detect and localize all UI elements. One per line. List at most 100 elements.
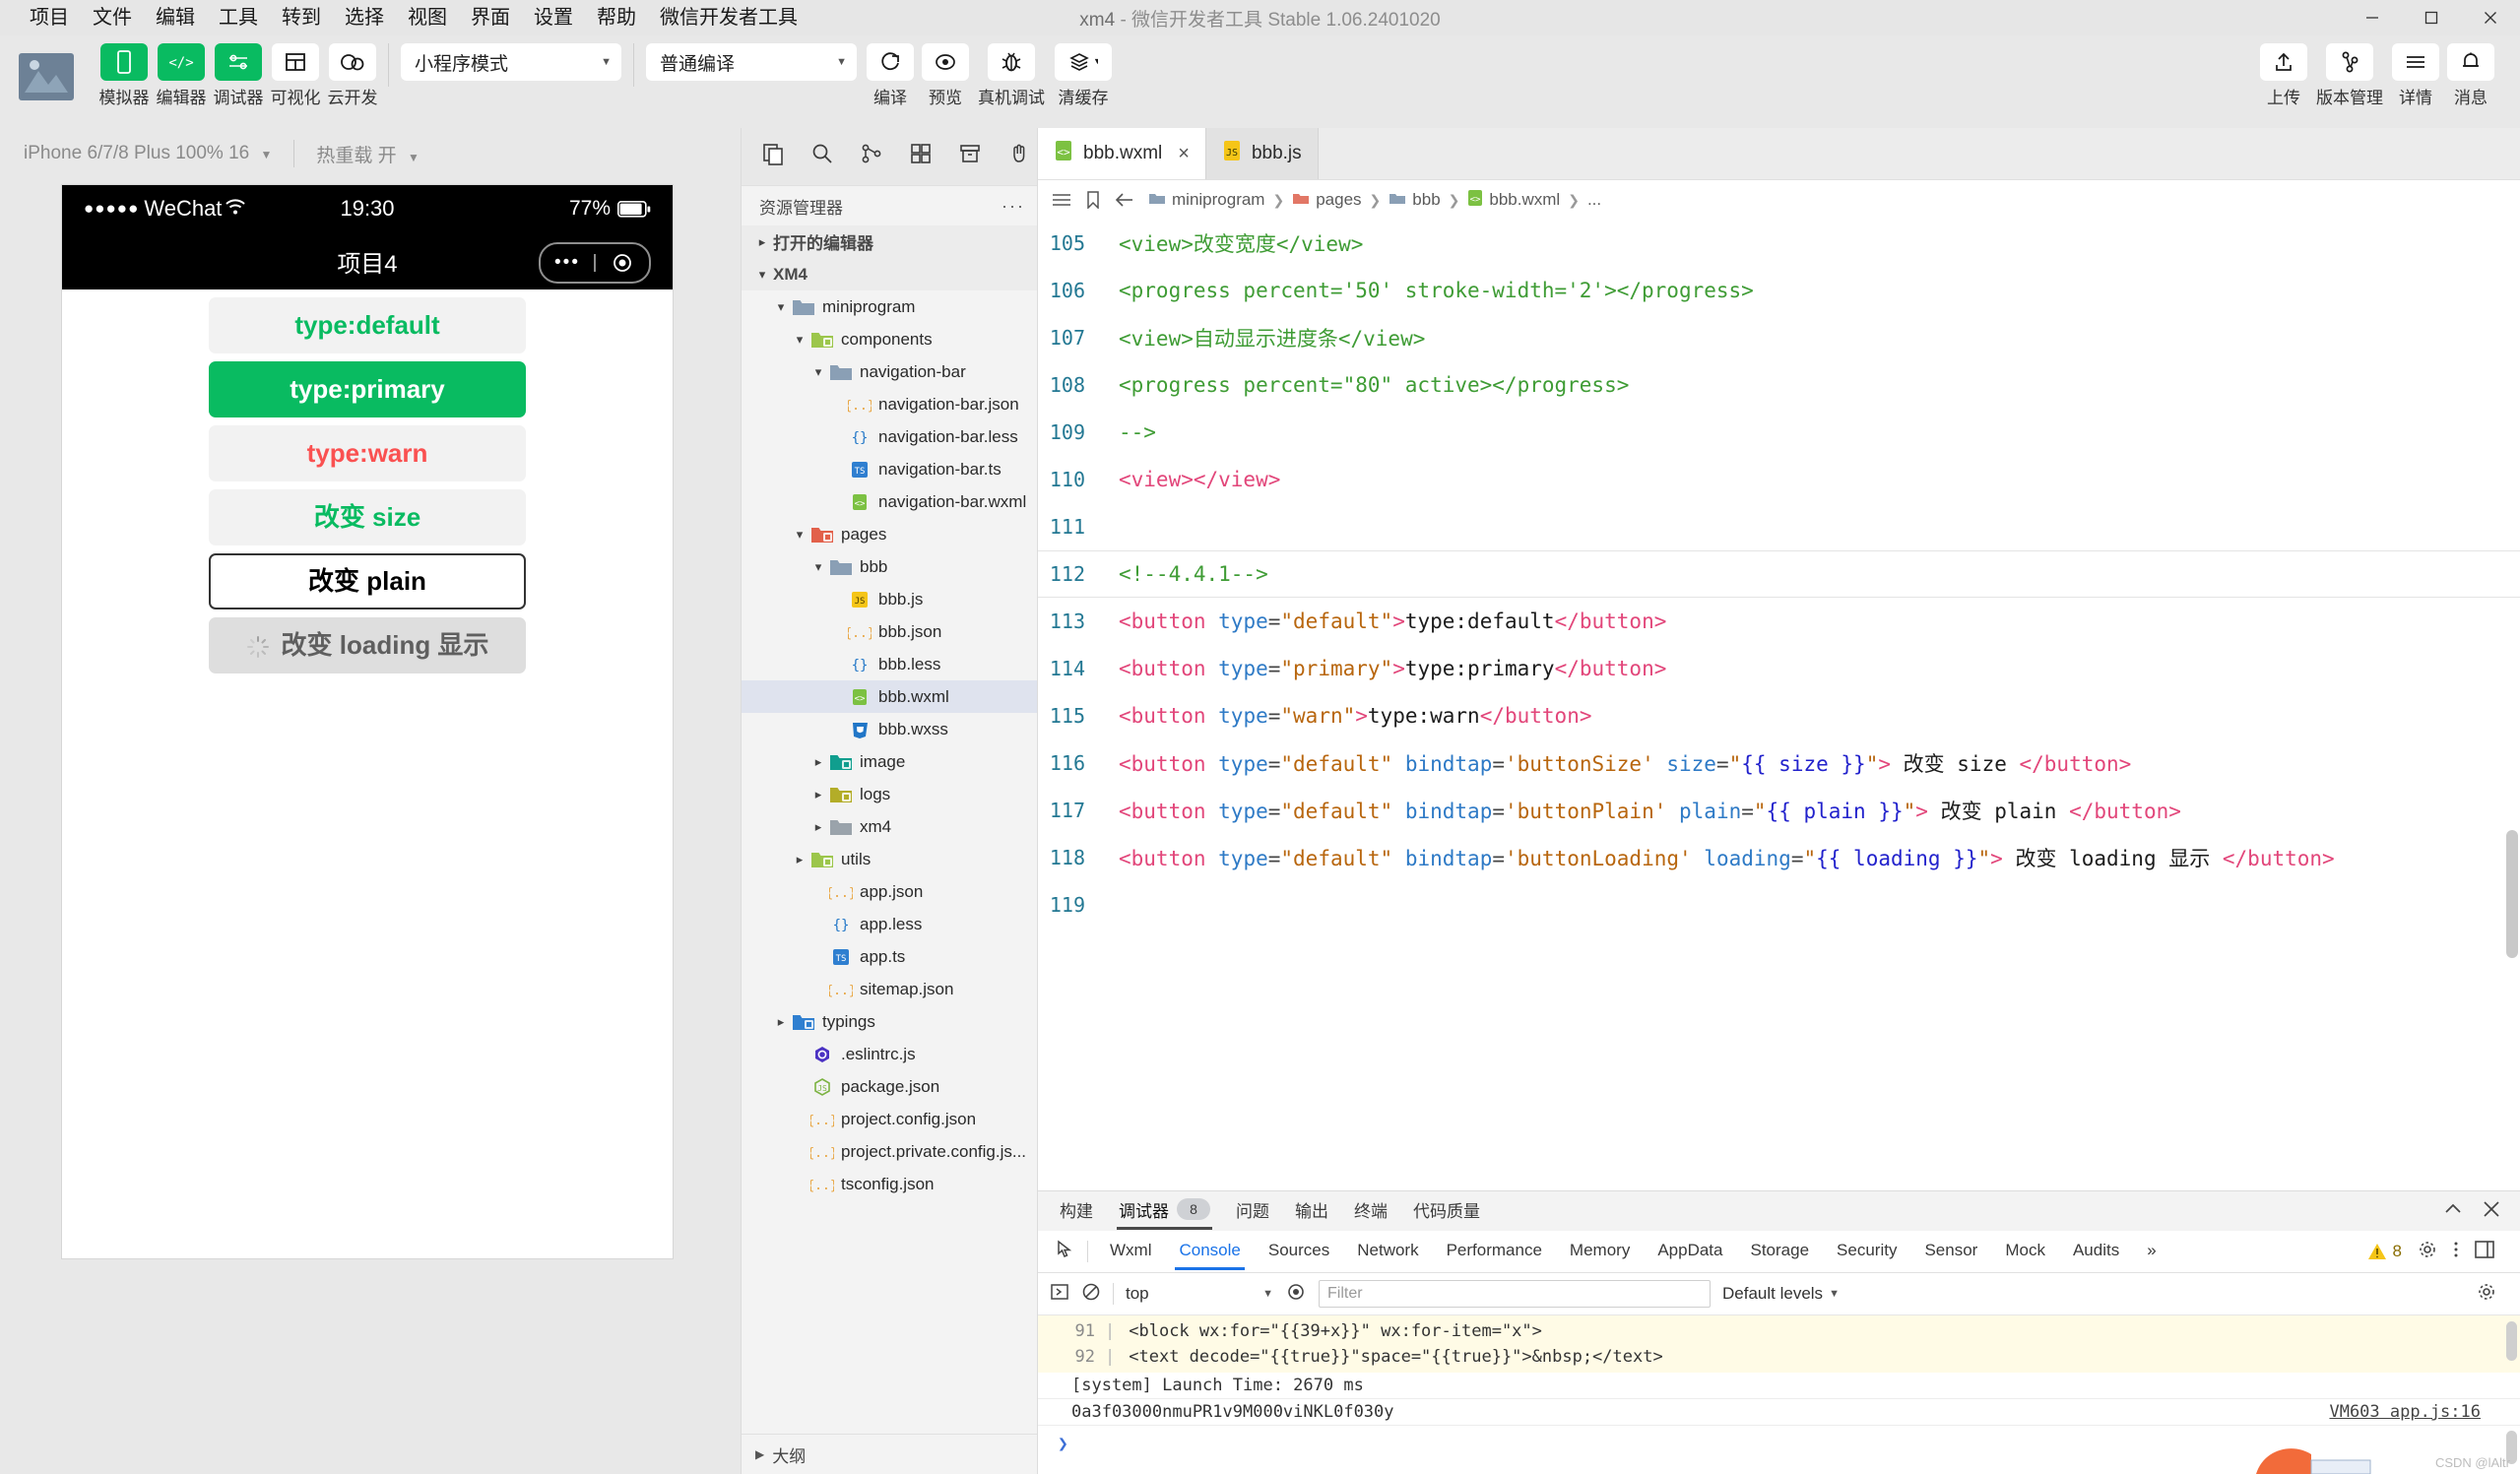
tree-item-project.private.config.js...[interactable]: {..} project.private.config.js... bbox=[742, 1135, 1037, 1168]
file-tree[interactable]: ▸ 打开的编辑器 ▾ XM4 ▾ miniprogram ▾ components ▾ navig… bbox=[742, 225, 1037, 1434]
mini-button-type-primary[interactable]: type:primary bbox=[209, 361, 526, 417]
tree-item--[interactable]: ▸ 打开的编辑器 bbox=[742, 225, 1037, 258]
code-line-109[interactable]: 109 --> bbox=[1038, 409, 2520, 456]
close-icon[interactable]: × bbox=[1178, 143, 1190, 165]
toolbar-button-details[interactable]: 详情 bbox=[2392, 43, 2439, 108]
console-scrollbar-top[interactable] bbox=[2506, 1321, 2517, 1361]
menu-item-devtools[interactable]: 微信开发者工具 bbox=[648, 4, 809, 32]
clear-icon[interactable] bbox=[1081, 1282, 1101, 1307]
tree-item-sitemap.json[interactable]: {..} sitemap.json bbox=[742, 973, 1037, 1005]
toolbar-button-cloud[interactable]: 云开发 bbox=[328, 43, 378, 108]
project-avatar[interactable] bbox=[14, 47, 79, 106]
chevron-up-icon[interactable] bbox=[2443, 1201, 2463, 1221]
kebab-icon[interactable] bbox=[2453, 1240, 2459, 1264]
console-settings[interactable] bbox=[2477, 1282, 2508, 1307]
hot-reload-select[interactable]: 热重载 开 ▼ bbox=[300, 137, 434, 171]
tree-item-xm4[interactable]: ▸ xm4 bbox=[742, 810, 1037, 843]
toolbar-button-messages[interactable]: 消息 bbox=[2447, 43, 2494, 108]
chevron-right-icon[interactable]: ▸ bbox=[808, 754, 829, 770]
breadcrumb-item-pages[interactable]: pages bbox=[1292, 190, 1362, 210]
tree-item-app.less[interactable]: {} app.less bbox=[742, 908, 1037, 940]
tree-item-bbb[interactable]: ▾ bbb bbox=[742, 550, 1037, 583]
console-context-select[interactable]: top ▼ bbox=[1126, 1284, 1273, 1304]
tree-item-bbb.less[interactable]: {} bbb.less bbox=[742, 648, 1037, 680]
tree-item-tsconfig.json[interactable]: {..} tsconfig.json bbox=[742, 1168, 1037, 1200]
toolbar-button-clear-cache[interactable]: ▼ 清缓存 bbox=[1054, 43, 1113, 108]
code-line-106[interactable]: 106 <progress percent='50' stroke-width='… bbox=[1038, 267, 2520, 314]
editor-tab-bbb-js[interactable]: JS bbb.js bbox=[1205, 128, 1319, 179]
toolbar-button-compile[interactable]: 编译 bbox=[867, 43, 914, 108]
inspect-icon[interactable] bbox=[1052, 1239, 1087, 1264]
console-filter-input[interactable]: Filter bbox=[1319, 1280, 1711, 1308]
chevron-right-icon[interactable]: ▸ bbox=[789, 852, 810, 867]
chevron-down-icon[interactable]: ▾ bbox=[751, 267, 773, 283]
back-arrow-icon[interactable] bbox=[1115, 192, 1134, 208]
console-source-link[interactable]: VM603 app.js:16 bbox=[2329, 1402, 2502, 1422]
devtools-tab-wxml[interactable]: Wxml bbox=[1096, 1233, 1165, 1270]
devtools-tab-appdata[interactable]: AppData bbox=[1644, 1233, 1736, 1270]
chevron-down-icon[interactable]: ▾ bbox=[789, 332, 810, 348]
editor-tab-bbb-wxml[interactable]: <> bbb.wxml × bbox=[1038, 128, 1206, 179]
tree-item-project.config.json[interactable]: {..} project.config.json bbox=[742, 1103, 1037, 1135]
mini-button-change-loading[interactable]: 改变 loading 显示 bbox=[209, 617, 526, 673]
tree-item-navigation-bar.ts[interactable]: TS navigation-bar.ts bbox=[742, 453, 1037, 485]
toolbar-button-version[interactable]: 版本管理 bbox=[2315, 43, 2384, 108]
compile-select[interactable]: 普通编译 ▼ bbox=[646, 43, 857, 81]
code-line-105[interactable]: 105 <view>改变宽度</view> bbox=[1038, 220, 2520, 267]
menu-item-select[interactable]: 选择 bbox=[333, 4, 396, 32]
close-button[interactable] bbox=[2461, 0, 2520, 35]
code-area[interactable]: 105 <view>改变宽度</view> 106 <progress percent… bbox=[1038, 220, 2520, 1190]
panel-tab-terminal[interactable]: 终端 bbox=[1352, 1193, 1389, 1230]
tree-item-navigation-bar.wxml[interactable]: <> navigation-bar.wxml bbox=[742, 485, 1037, 518]
console-output[interactable]: 91 | <block wx:for="{{39+x}}" wx:for-ite… bbox=[1038, 1315, 2520, 1474]
extensions-icon[interactable] bbox=[909, 142, 933, 171]
tree-item-typings[interactable]: ▸ typings bbox=[742, 1005, 1037, 1038]
panel-tab-problems[interactable]: 问题 bbox=[1234, 1193, 1271, 1230]
bookmark-icon[interactable] bbox=[1085, 191, 1101, 209]
minimize-button[interactable] bbox=[2343, 0, 2402, 35]
panel-tab-code-quality[interactable]: 代码质量 bbox=[1411, 1193, 1482, 1230]
chevron-down-icon[interactable]: ▾ bbox=[789, 527, 810, 543]
mini-button-type-warn[interactable]: type:warn bbox=[209, 425, 526, 481]
chevron-down-icon[interactable]: ▾ bbox=[770, 299, 792, 315]
chevron-right-icon[interactable]: ▸ bbox=[751, 234, 773, 250]
tree-item-bbb.js[interactable]: JS bbb.js bbox=[742, 583, 1037, 615]
menu-item-file[interactable]: 文件 bbox=[81, 4, 144, 32]
warning-indicator[interactable]: 8 bbox=[2367, 1242, 2402, 1261]
tree-item-logs[interactable]: ▸ logs bbox=[742, 778, 1037, 810]
devtools-tab-audits[interactable]: Audits bbox=[2059, 1233, 2133, 1270]
code-line-117[interactable]: 117 <button type="default" bindtap='butto… bbox=[1038, 787, 2520, 834]
code-line-116[interactable]: 116 <button type="default" bindtap='butto… bbox=[1038, 739, 2520, 787]
code-line-112[interactable]: 112 <!--4.4.1--> bbox=[1038, 550, 2520, 598]
menu-item-tools[interactable]: 工具 bbox=[207, 4, 270, 32]
mini-button-change-plain[interactable]: 改变 plain bbox=[209, 553, 526, 609]
chevron-right-icon[interactable]: ▸ bbox=[808, 787, 829, 802]
breadcrumb-item-miniprogram[interactable]: miniprogram bbox=[1148, 190, 1264, 210]
devtools-tab-console[interactable]: Console bbox=[1165, 1233, 1254, 1270]
breadcrumb-item-more[interactable]: ... bbox=[1587, 190, 1601, 210]
source-control-icon[interactable] bbox=[860, 142, 883, 171]
gear-icon[interactable] bbox=[2418, 1240, 2437, 1264]
code-line-110[interactable]: 110 <view></view> bbox=[1038, 456, 2520, 503]
console-levels-select[interactable]: Default levels ▼ bbox=[1722, 1284, 1840, 1304]
tree-item-utils[interactable]: ▸ utils bbox=[742, 843, 1037, 875]
tree-item-bbb.wxml[interactable]: <> bbb.wxml bbox=[742, 680, 1037, 713]
list-icon[interactable] bbox=[1052, 192, 1071, 208]
archive-icon[interactable] bbox=[958, 142, 982, 171]
ellipsis-icon[interactable]: ··· bbox=[1002, 196, 1025, 217]
menu-item-interface[interactable]: 界面 bbox=[459, 4, 522, 32]
tree-item-bbb.json[interactable]: {..} bbb.json bbox=[742, 615, 1037, 648]
menu-item-settings[interactable]: 设置 bbox=[522, 4, 585, 32]
toolbar-button-upload[interactable]: 上传 bbox=[2260, 43, 2307, 108]
panel-tab-build[interactable]: 构建 bbox=[1058, 1193, 1095, 1230]
breadcrumb-item-bbb[interactable]: bbb bbox=[1389, 190, 1441, 210]
tree-item-xm4[interactable]: ▾ XM4 bbox=[742, 258, 1037, 290]
tree-item-package.json[interactable]: JS package.json bbox=[742, 1070, 1037, 1103]
tree-item-miniprogram[interactable]: ▾ miniprogram bbox=[742, 290, 1037, 323]
toolbar-button-visual[interactable]: 可视化 bbox=[271, 43, 321, 108]
menu-item-goto[interactable]: 转到 bbox=[270, 4, 333, 32]
chevron-right-icon[interactable]: ▸ bbox=[770, 1014, 792, 1030]
tree-item-image[interactable]: ▸ image bbox=[742, 745, 1037, 778]
code-line-119[interactable]: 119 bbox=[1038, 881, 2520, 929]
devtools-tab-memory[interactable]: Memory bbox=[1556, 1233, 1644, 1270]
